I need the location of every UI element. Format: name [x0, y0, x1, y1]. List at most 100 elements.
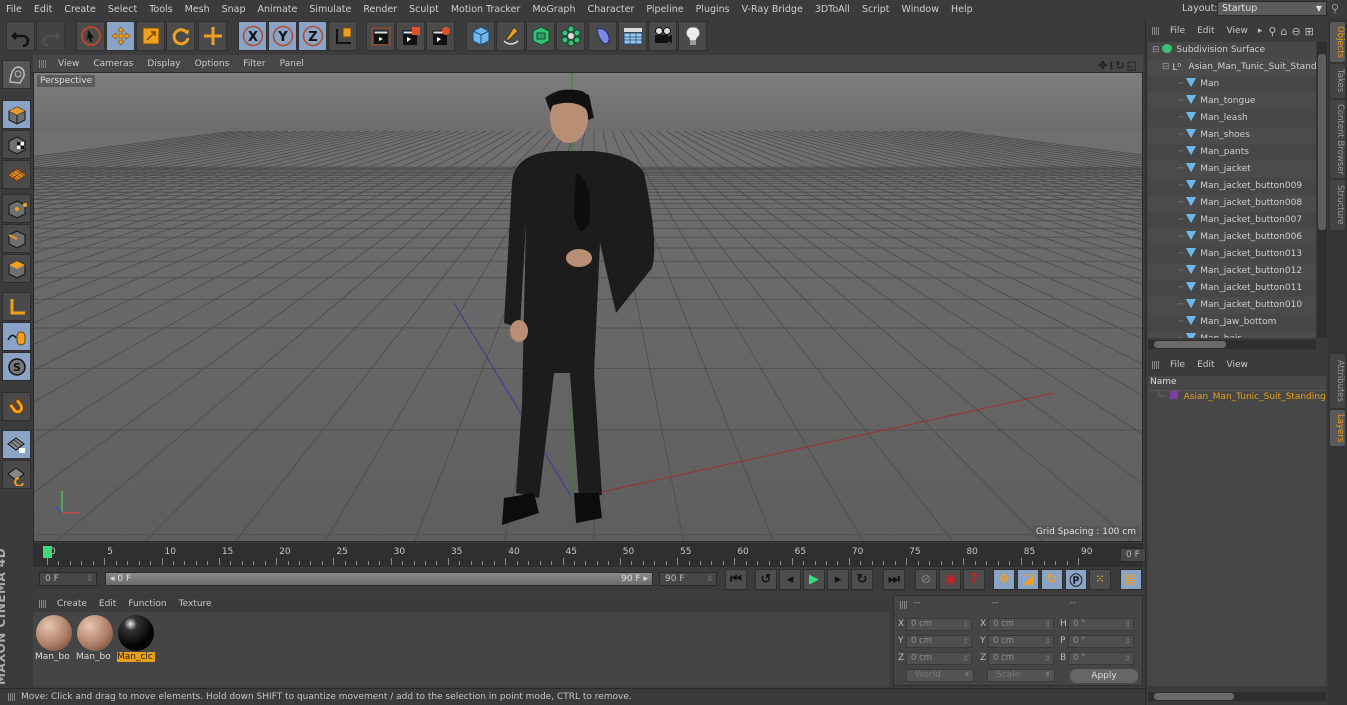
workplane-align-icon[interactable]: [2, 460, 31, 489]
spinner-icon[interactable]: ⇕: [962, 636, 969, 647]
texture-mode-icon[interactable]: [2, 130, 31, 159]
spinner-icon[interactable]: ⇕: [1124, 653, 1131, 664]
menu-character[interactable]: Character: [581, 4, 640, 15]
start-frame-field[interactable]: 0 F ⇕: [39, 572, 97, 586]
object-tree-item[interactable]: ─ Man_pants: [1148, 144, 1316, 161]
coordinate-field[interactable]: 0 ° ⇕: [1068, 652, 1134, 665]
rotate-icon[interactable]: [166, 21, 195, 51]
snap-icon[interactable]: [2, 392, 31, 421]
more-arrow-icon[interactable]: ▸: [1258, 26, 1263, 36]
go-to-start-icon[interactable]: ⏮: [725, 569, 747, 590]
search-icon[interactable]: ⚲: [1331, 2, 1345, 16]
spinner-icon[interactable]: ⇕: [1124, 636, 1131, 647]
material-swatch[interactable]: Man_bo: [35, 614, 73, 664]
coordinate-mode-select[interactable]: Scale ▾: [987, 669, 1055, 682]
coordinate-field[interactable]: 0 ° ⇕: [1068, 618, 1134, 631]
key-rotation-icon[interactable]: ↻: [1041, 569, 1063, 590]
coordinate-field[interactable]: 0 cm ⇕: [906, 652, 972, 665]
material-swatch[interactable]: Man_clc: [117, 614, 155, 664]
light-icon[interactable]: [678, 21, 707, 51]
object-tree-item[interactable]: ⊟ L⁰ Asian_Man_Tunic_Suit_Standi: [1148, 59, 1316, 76]
tab-layers[interactable]: Layers: [1330, 410, 1345, 446]
material-menu-texture[interactable]: Texture: [173, 599, 218, 609]
record-off-icon[interactable]: ⊘: [915, 569, 937, 590]
object-tree-item[interactable]: ─ Man_Jaw_bottom: [1148, 314, 1316, 331]
layer-color-swatch[interactable]: [1169, 391, 1178, 399]
timeline-icon[interactable]: ▤: [1120, 569, 1142, 590]
viewport-menu-filter[interactable]: Filter: [236, 59, 272, 69]
redo-icon[interactable]: [36, 21, 65, 51]
spinner-icon[interactable]: ⇕: [1124, 619, 1131, 630]
live-selection-icon[interactable]: [76, 21, 105, 51]
solo-icon[interactable]: S: [2, 352, 31, 381]
menu-file[interactable]: File: [0, 4, 28, 15]
next-frame-icon[interactable]: ▸: [827, 569, 849, 590]
menu-create[interactable]: Create: [58, 4, 102, 15]
object-tree-item[interactable]: ─ Man_jacket_button008: [1148, 195, 1316, 212]
menu-render[interactable]: Render: [357, 4, 403, 15]
coordinate-field[interactable]: 0 cm ⇕: [988, 652, 1054, 665]
workplane-mode-icon[interactable]: [2, 160, 31, 189]
layers-menu-view[interactable]: View: [1221, 360, 1254, 370]
spinner-icon[interactable]: ⇕: [86, 573, 93, 585]
apply-button[interactable]: Apply: [1070, 669, 1138, 683]
object-tree-item[interactable]: ─ Man_jacket_button009: [1148, 178, 1316, 195]
workplane-lock-icon[interactable]: [2, 430, 31, 459]
object-tree-item[interactable]: ─ Man_tongue: [1148, 93, 1316, 110]
object-tree-item[interactable]: ─ Man_jacket_button006: [1148, 229, 1316, 246]
move-view-icon[interactable]: ✥: [1098, 59, 1109, 72]
previous-frame-icon[interactable]: ◂: [779, 569, 801, 590]
object-tree-item[interactable]: ⊟ Subdivision Surface: [1148, 42, 1316, 59]
expand-toggle-icon[interactable]: ⊟: [1162, 62, 1172, 72]
end-frame-field[interactable]: 90 F ⇕: [659, 572, 717, 586]
new-window-icon[interactable]: ⊞: [1305, 25, 1314, 38]
z-axis-lock-icon[interactable]: Z: [298, 21, 327, 51]
material-menu-function[interactable]: Function: [122, 599, 172, 609]
points-mode-icon[interactable]: [2, 194, 31, 223]
next-key-icon[interactable]: ↻: [851, 569, 873, 590]
object-tree-item[interactable]: ─ Man: [1148, 76, 1316, 93]
viewport-menu-panel[interactable]: Panel: [273, 59, 311, 69]
menu-edit[interactable]: Edit: [28, 4, 58, 15]
tab-structure[interactable]: Structure: [1330, 180, 1345, 230]
menu-simulate[interactable]: Simulate: [303, 4, 357, 15]
edges-mode-icon[interactable]: [2, 224, 31, 253]
object-tree-item[interactable]: ─ Man_jacket_button011: [1148, 280, 1316, 297]
floor-icon[interactable]: [618, 21, 647, 51]
render-settings-icon[interactable]: [426, 21, 455, 51]
camera-icon[interactable]: [648, 21, 677, 51]
tab-attributes[interactable]: Attributes: [1330, 354, 1345, 408]
spinner-icon[interactable]: ⇕: [706, 573, 713, 585]
make-editable-icon[interactable]: [2, 60, 31, 89]
menu-tools[interactable]: Tools: [143, 4, 178, 15]
layers-menu-edit[interactable]: Edit: [1191, 360, 1220, 370]
spinner-icon[interactable]: ⇕: [1044, 653, 1051, 664]
key-parameter-icon[interactable]: Ⓟ: [1065, 569, 1087, 590]
playhead[interactable]: [43, 546, 52, 558]
coordinate-field[interactable]: 0 ° ⇕: [1068, 635, 1134, 648]
layer-list-horizontal-scrollbar[interactable]: [1148, 692, 1326, 701]
previous-key-icon[interactable]: ↺: [755, 569, 777, 590]
menu-select[interactable]: Select: [102, 4, 143, 15]
3d-viewport[interactable]: Perspective Grid Spacing : 100 cm: [33, 72, 1143, 542]
coordinate-field[interactable]: 0 cm ⇕: [906, 618, 972, 631]
collapse-icon[interactable]: ⊖: [1291, 25, 1300, 38]
object-tree-item[interactable]: ─ Man_hair: [1148, 331, 1316, 338]
panel-grip-icon[interactable]: [1152, 27, 1160, 35]
deformer-icon[interactable]: [588, 21, 617, 51]
keyframe-selection-icon[interactable]: ?: [963, 569, 985, 590]
play-icon[interactable]: ▶: [803, 569, 825, 590]
menu-help[interactable]: Help: [945, 4, 979, 15]
coordinate-field[interactable]: 0 cm ⇕: [988, 635, 1054, 648]
menu-script[interactable]: Script: [856, 4, 896, 15]
move-icon[interactable]: [106, 21, 135, 51]
coordinate-field[interactable]: 0 cm ⇕: [906, 635, 972, 648]
go-to-end-icon[interactable]: ⏭: [883, 569, 905, 590]
objects-menu-edit[interactable]: Edit: [1191, 26, 1220, 36]
viewport-menu-view[interactable]: View: [51, 59, 86, 69]
object-tree-item[interactable]: ─ Man_jacket_button012: [1148, 263, 1316, 280]
objects-menu-view[interactable]: View: [1221, 26, 1254, 36]
tweak-mode-icon[interactable]: [2, 322, 31, 351]
coordinate-space-select[interactable]: World ▾: [906, 669, 974, 682]
layers-menu-file[interactable]: File: [1164, 360, 1191, 370]
